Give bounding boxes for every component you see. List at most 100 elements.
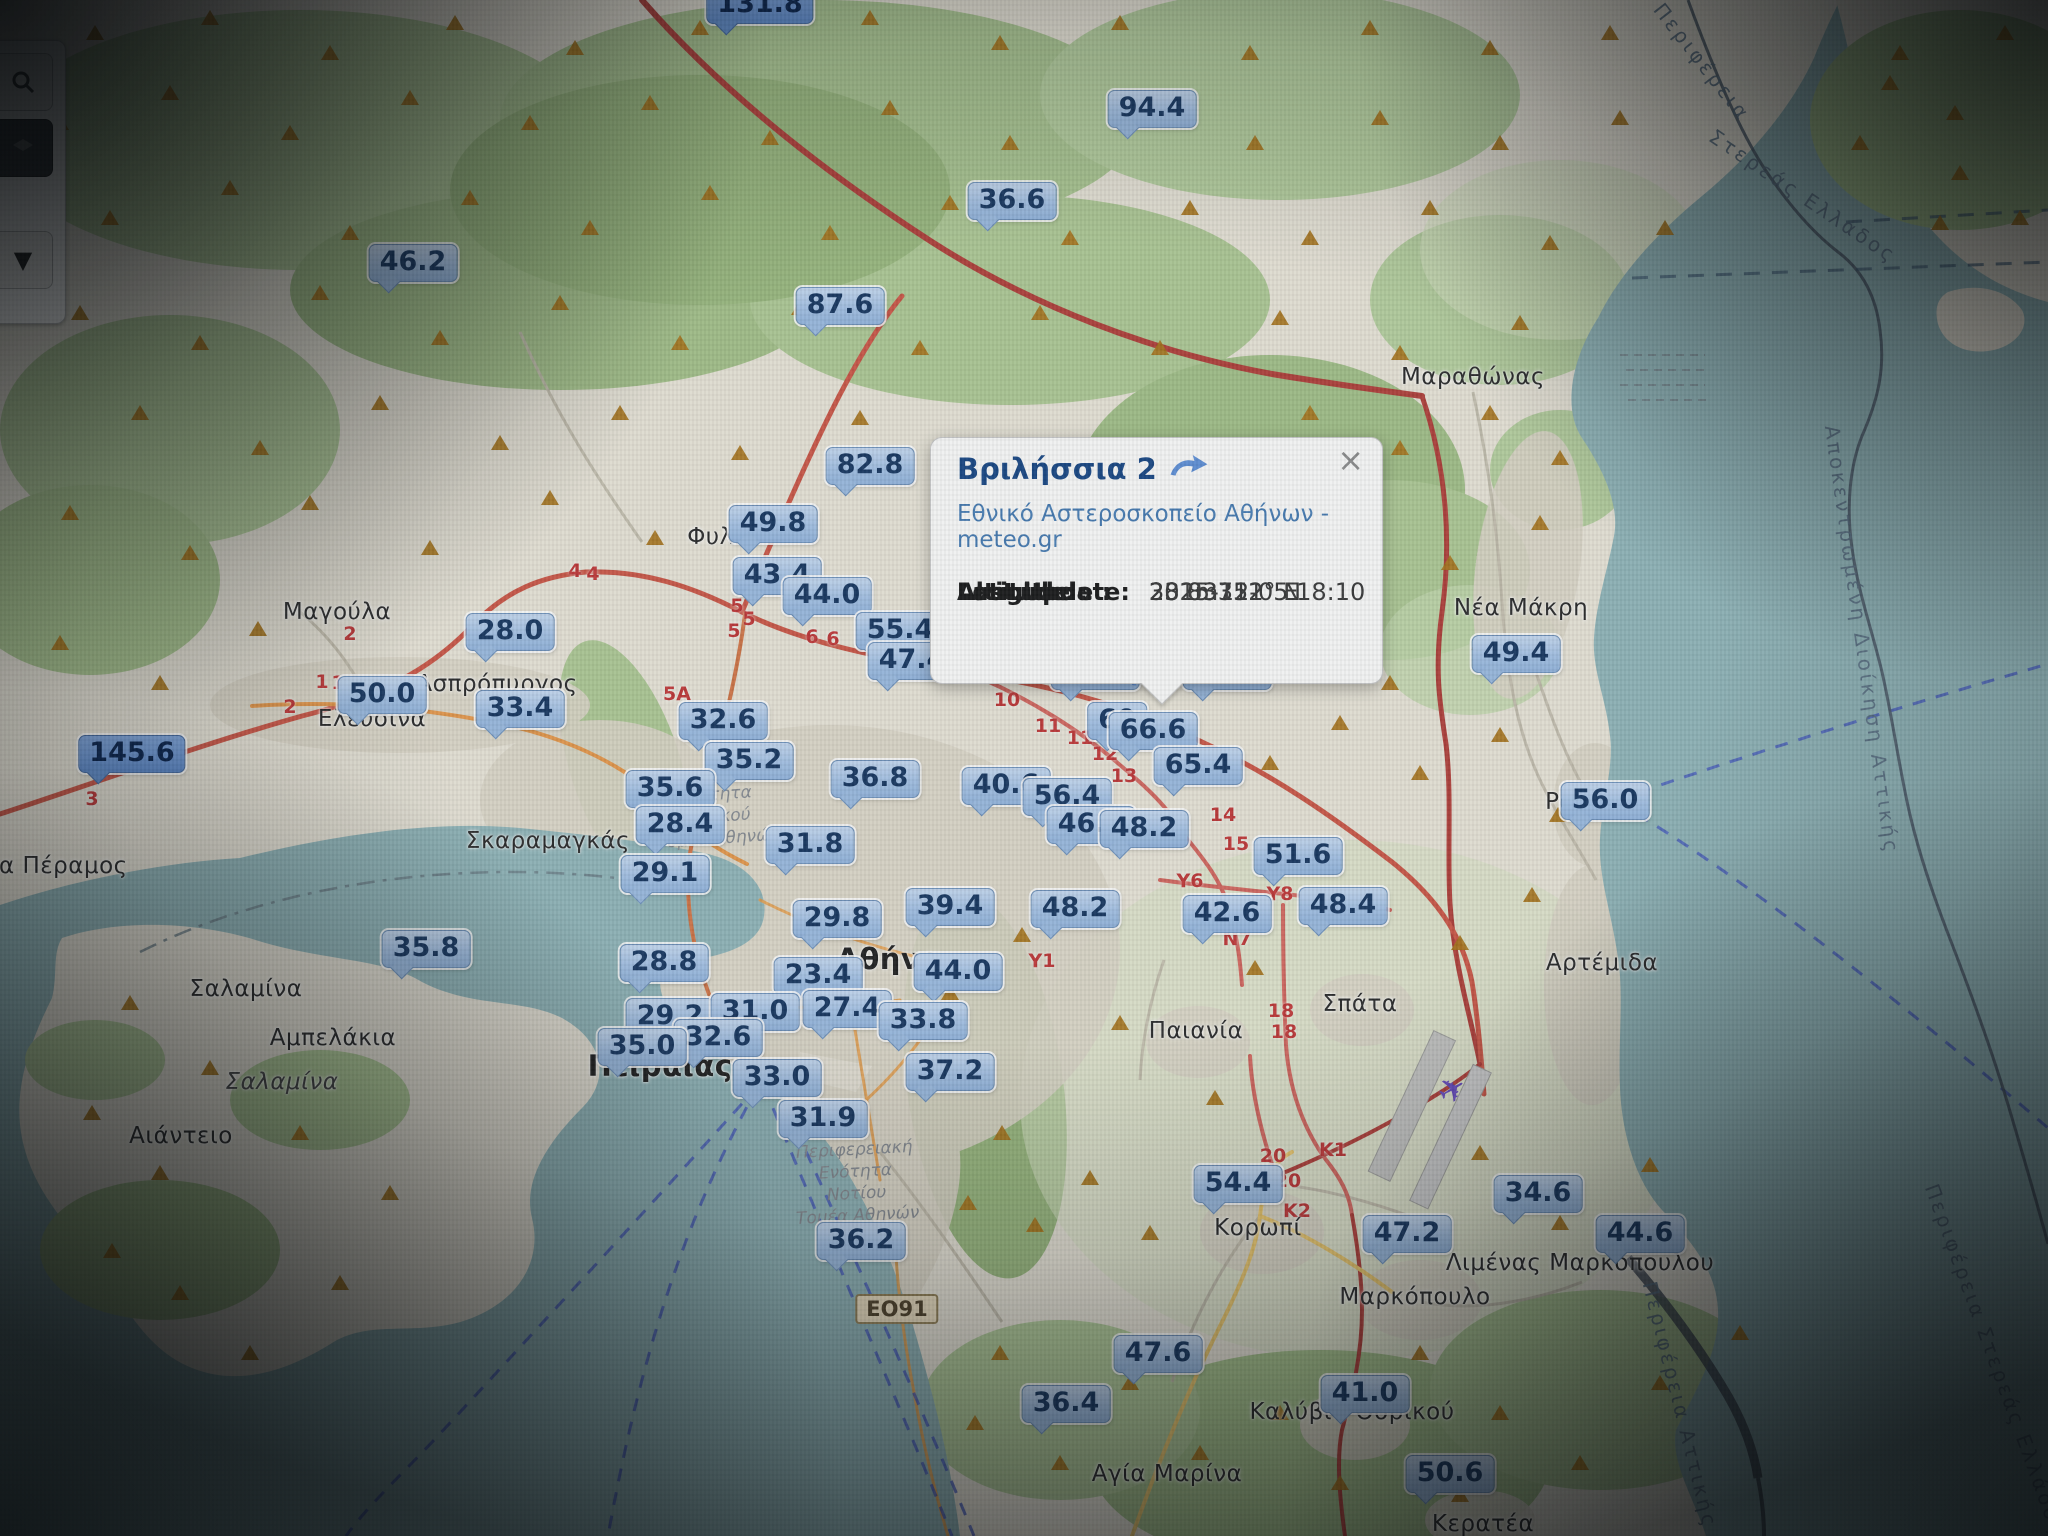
peak-icon — [646, 530, 664, 545]
station-value-marker[interactable]: 145.6 — [78, 735, 185, 773]
peak-icon — [461, 190, 479, 205]
station-value-marker[interactable]: 48.4 — [1299, 887, 1388, 925]
station-value-marker[interactable]: 47.6 — [1114, 1335, 1203, 1373]
peak-icon — [401, 90, 419, 105]
station-value-marker[interactable]: 34.6 — [1494, 1175, 1583, 1213]
station-value-marker[interactable]: 94.4 — [1108, 90, 1197, 128]
station-value-marker[interactable]: 66.6 — [1109, 712, 1198, 750]
station-value-marker[interactable]: 50.6 — [1406, 1455, 1495, 1493]
peak-icon — [521, 115, 539, 130]
peak-icon — [1656, 220, 1674, 235]
station-value-marker[interactable]: 37.2 — [906, 1053, 995, 1091]
station-value-marker[interactable]: 36.8 — [831, 760, 920, 798]
peak-icon — [1061, 230, 1079, 245]
station-value-marker[interactable]: 42.6 — [1183, 895, 1272, 933]
peak-icon — [671, 335, 689, 350]
peak-icon — [251, 440, 269, 455]
collapse-button[interactable]: ▼ — [0, 231, 53, 289]
peak-icon — [1391, 440, 1409, 455]
chevron-down-icon: ▼ — [14, 246, 32, 274]
station-value-marker[interactable]: 49.8 — [729, 505, 818, 543]
station-value-marker[interactable]: 29.1 — [621, 855, 710, 893]
peak-icon — [566, 40, 584, 55]
road-ref-label: 10 — [994, 689, 1020, 711]
road-ref-label: ΕΟ91 — [855, 1294, 938, 1324]
station-value-marker[interactable]: 65.4 — [1154, 747, 1243, 785]
map-canvas[interactable]: ✈ Περιφερειακή Ενότητα Δυτικού Τομέα Αθη… — [0, 0, 2048, 1536]
peak-icon — [1206, 1090, 1224, 1105]
layers-button[interactable] — [0, 119, 53, 177]
station-value-marker[interactable]: 46.2 — [369, 244, 458, 282]
peak-icon — [201, 10, 219, 25]
peak-icon — [991, 35, 1009, 50]
peak-icon — [1523, 887, 1541, 902]
peak-icon — [1081, 1170, 1099, 1185]
station-value-marker[interactable]: 41.0 — [1321, 1375, 1410, 1413]
peak-icon — [1111, 1015, 1129, 1030]
peak-icon — [1026, 1217, 1044, 1232]
wind-direction-icon — [1169, 454, 1209, 484]
peak-icon — [1491, 1405, 1509, 1420]
peak-icon — [1731, 1325, 1749, 1340]
station-value-marker[interactable]: 29.8 — [793, 900, 882, 938]
station-value-marker[interactable]: 28.4 — [636, 806, 725, 844]
station-value-marker[interactable]: 35.8 — [382, 930, 471, 968]
station-value-marker[interactable]: 35.0 — [598, 1028, 687, 1066]
peak-icon — [941, 195, 959, 210]
station-value-marker[interactable]: 47.2 — [1363, 1215, 1452, 1253]
peak-icon — [1881, 75, 1899, 90]
station-value-marker[interactable]: 32.6 — [674, 1019, 763, 1057]
peak-icon — [1511, 315, 1529, 330]
station-value-marker[interactable]: 36.4 — [1022, 1385, 1111, 1423]
road-ref-label: 18 — [1271, 1021, 1297, 1043]
search-button[interactable] — [0, 53, 53, 111]
popup-tail — [1138, 683, 1184, 709]
station-value-marker[interactable]: 48.2 — [1100, 810, 1189, 848]
station-value-marker[interactable]: 36.2 — [817, 1222, 906, 1260]
station-value-marker[interactable]: 131.8 — [706, 0, 813, 24]
station-value-marker[interactable]: 44.0 — [783, 577, 872, 615]
station-value-marker[interactable]: 87.6 — [796, 287, 885, 325]
road-ref-label: 2 — [283, 696, 296, 718]
station-value-marker[interactable]: 33.0 — [733, 1059, 822, 1097]
place-label: Σπάτα — [1322, 991, 1397, 1017]
peak-icon — [121, 995, 139, 1010]
station-value-marker[interactable]: 54.4 — [1194, 1165, 1283, 1203]
station-value-marker[interactable]: 31.8 — [766, 826, 855, 864]
peak-icon — [551, 295, 569, 310]
station-value-marker[interactable]: 33.8 — [879, 1002, 968, 1040]
station-value-marker[interactable]: 50.0 — [338, 676, 427, 714]
peak-icon — [1551, 450, 1569, 465]
peak-icon — [321, 45, 339, 60]
station-value-marker[interactable]: 35.6 — [626, 770, 715, 808]
station-value-marker[interactable]: 32.6 — [679, 702, 768, 740]
peak-icon — [1141, 1225, 1159, 1240]
station-value-marker[interactable]: 31.9 — [779, 1100, 868, 1138]
peak-icon — [446, 15, 464, 30]
station-source-link[interactable]: Εθνικό Αστεροσκοπείο Αθήνων - meteo.gr — [957, 501, 1358, 553]
station-value-marker[interactable]: 28.0 — [466, 613, 555, 651]
peak-icon — [1611, 110, 1629, 125]
close-icon[interactable]: × — [1337, 444, 1364, 476]
station-value-marker[interactable]: 39.4 — [906, 888, 995, 926]
station-value-marker[interactable]: 48.2 — [1031, 890, 1120, 928]
station-value-marker[interactable]: 28.8 — [620, 944, 709, 982]
station-value-marker[interactable]: 33.4 — [476, 690, 565, 728]
peak-icon — [1571, 1455, 1589, 1470]
station-value-marker[interactable]: 51.6 — [1254, 837, 1343, 875]
peak-icon — [71, 305, 89, 320]
peak-icon — [371, 395, 389, 410]
place-label: Μαραθώνας — [1401, 364, 1545, 390]
road-ref-label: 18 — [1268, 1000, 1294, 1022]
station-value-marker[interactable]: 56.0 — [1561, 782, 1650, 820]
station-value-marker[interactable]: 49.4 — [1472, 635, 1561, 673]
place-label: Σαλαμίνα — [190, 976, 303, 1002]
station-value-marker[interactable]: 35.2 — [705, 742, 794, 780]
road-ref-label: 1 — [315, 671, 328, 693]
place-label: Νέα Πέραμος — [0, 853, 128, 879]
station-value-marker[interactable]: 44.6 — [1596, 1215, 1685, 1253]
station-value-marker[interactable]: 44.0 — [914, 953, 1003, 991]
peak-icon — [1891, 45, 1909, 60]
station-value-marker[interactable]: 82.8 — [826, 447, 915, 485]
station-value-marker[interactable]: 36.6 — [968, 182, 1057, 220]
